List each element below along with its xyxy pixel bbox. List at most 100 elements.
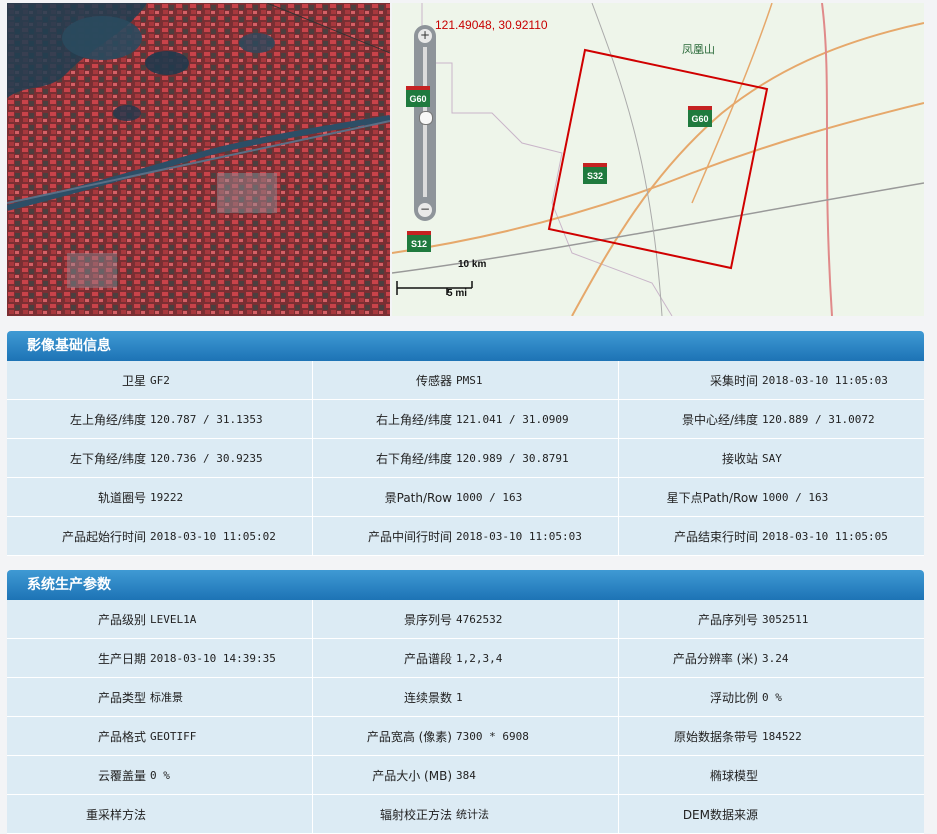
table-row: 左下角经/纬度 120.736 / 30.9235 右下角经/纬度 120.989 /…	[7, 439, 924, 478]
field-value: 120.889 / 31.0072	[762, 412, 875, 426]
scale-km-label: 10 km	[458, 259, 487, 270]
field-label: 云覆盖量	[97, 768, 146, 783]
field-value: 1000 / 163	[762, 490, 829, 504]
basic-info-header: 影像基础信息	[7, 331, 924, 361]
field-value: 184522	[762, 729, 802, 743]
table-row: 重采样方法 辐射校正方法 统计法 DEM数据来源	[7, 795, 924, 834]
road-sign-g60-west: G60	[406, 86, 430, 107]
field-value: 4762532	[456, 612, 503, 626]
field-label: 左上角经/纬度	[69, 412, 146, 427]
field-label: 产品大小 (MB)	[372, 768, 452, 783]
field-label: 产品级别	[97, 612, 146, 627]
field-value: 120.736 / 30.9235	[150, 451, 263, 465]
field-cell: 景序列号 4762532	[313, 600, 619, 638]
field-cell: 云覆盖量 0 %	[7, 756, 313, 794]
field-value: 2018-03-10 11:05:03	[456, 529, 582, 543]
production-header: 系统生产参数	[7, 570, 924, 600]
satellite-thumbnail	[7, 3, 390, 316]
field-cell: 产品宽高 (像素) 7300 * 6908	[313, 717, 619, 755]
field-value: 3.24	[762, 651, 789, 665]
field-value: 19222	[150, 490, 184, 504]
production-table: 产品级别 LEVEL1A 景序列号 4762532 产品序列号 3052511 生产日期 20…	[7, 600, 924, 834]
field-cell: 产品类型 标准景	[7, 678, 313, 716]
field-label: 产品宽高 (像素)	[366, 729, 452, 744]
field-value: 1000 / 163	[456, 490, 523, 504]
field-label: 生产日期	[97, 651, 146, 666]
field-cell: 左下角经/纬度 120.736 / 30.9235	[7, 439, 313, 477]
field-cell: 产品起始行时间 2018-03-10 11:05:02	[7, 517, 313, 555]
basic-info-section: 影像基础信息 卫星 GF2 传感器 PMS1 采集时间 2018-03-10 11:05:…	[7, 331, 924, 556]
field-cell: 原始数据条带号 184522	[619, 717, 924, 755]
field-label: 椭球模型	[709, 768, 758, 783]
field-cell: 左上角经/纬度 120.787 / 31.1353	[7, 400, 313, 438]
field-cell: 采集时间 2018-03-10 11:05:03	[619, 361, 924, 399]
zoom-handle[interactable]	[419, 111, 433, 125]
field-value: 1	[456, 690, 463, 704]
field-cell: 卫星 GF2	[7, 361, 313, 399]
field-label: 采集时间	[709, 373, 758, 388]
table-row: 产品起始行时间 2018-03-10 11:05:02 产品中间行时间 2018-03…	[7, 517, 924, 556]
field-cell: 传感器 PMS1	[313, 361, 619, 399]
field-value: GEOTIFF	[150, 729, 197, 743]
field-cell: 椭球模型	[619, 756, 924, 794]
coordinate-readout: 121.49048, 30.92110	[435, 18, 548, 32]
field-label: 景Path/Row	[384, 490, 452, 505]
field-value: SAY	[762, 451, 782, 465]
field-cell: 辐射校正方法 统计法	[313, 795, 619, 833]
field-label: 产品序列号	[697, 612, 758, 627]
field-value: 0 %	[150, 768, 170, 782]
field-cell: 景中心经/纬度 120.889 / 31.0072	[619, 400, 924, 438]
field-label: 卫星	[121, 373, 146, 388]
field-cell: 右上角经/纬度 121.041 / 31.0909	[313, 400, 619, 438]
field-value: 2018-03-10 14:39:35	[150, 651, 276, 665]
field-label: 左下角经/纬度	[69, 451, 146, 466]
field-label: 产品格式	[97, 729, 146, 744]
field-label: 产品分辨率 (米)	[672, 651, 758, 666]
table-row: 轨道圈号 19222 景Path/Row 1000 / 163 星下点Path/Row 1…	[7, 478, 924, 517]
field-cell: 产品分辨率 (米) 3.24	[619, 639, 924, 677]
table-row: 产品级别 LEVEL1A 景序列号 4762532 产品序列号 3052511	[7, 600, 924, 639]
footprint-map[interactable]: 121.49048, 30.92110 + − G60 G60 S32 S12 …	[392, 3, 924, 316]
table-row: 卫星 GF2 传感器 PMS1 采集时间 2018-03-10 11:05:03	[7, 361, 924, 400]
field-value: 7300 * 6908	[456, 729, 529, 743]
field-label: 产品起始行时间	[61, 529, 146, 544]
field-value: 3052511	[762, 612, 809, 626]
field-cell: 连续景数 1	[313, 678, 619, 716]
field-value: 384	[456, 768, 476, 782]
table-row: 云覆盖量 0 % 产品大小 (MB) 384 椭球模型	[7, 756, 924, 795]
image-preview-area: 121.49048, 30.92110 + − G60 G60 S32 S12 …	[7, 3, 924, 316]
place-label: 凤凰山	[682, 43, 715, 56]
field-value: PMS1	[456, 373, 483, 387]
field-label: 右上角经/纬度	[375, 412, 452, 427]
table-row: 产品类型 标准景 连续景数 1 浮动比例 0 %	[7, 678, 924, 717]
zoom-slider[interactable]: + −	[414, 25, 436, 221]
field-value: 2018-03-10 11:05:05	[762, 529, 888, 543]
field-value: 2018-03-10 11:05:03	[762, 373, 888, 387]
zoom-out-button[interactable]: −	[418, 203, 432, 217]
table-row: 左上角经/纬度 120.787 / 31.1353 右上角经/纬度 121.041 /…	[7, 400, 924, 439]
road-sign-g60: G60	[688, 106, 712, 127]
field-label: 传感器	[415, 373, 452, 388]
field-label: 景中心经/纬度	[681, 412, 758, 427]
field-value: LEVEL1A	[150, 612, 197, 626]
field-value: 0 %	[762, 690, 782, 704]
field-cell: 重采样方法	[7, 795, 313, 833]
scale-mi-label: 5 mi	[447, 288, 468, 299]
field-label: 星下点Path/Row	[666, 490, 758, 505]
field-value: GF2	[150, 373, 170, 387]
field-label: 连续景数	[403, 690, 452, 705]
field-value: 2018-03-10 11:05:02	[150, 529, 276, 543]
field-cell: 产品中间行时间 2018-03-10 11:05:03	[313, 517, 619, 555]
field-value: 120.787 / 31.1353	[150, 412, 263, 426]
road-sign-s12: S12	[407, 231, 431, 252]
field-label: 景序列号	[403, 612, 452, 627]
field-label: 原始数据条带号	[673, 729, 758, 744]
zoom-in-button[interactable]: +	[418, 29, 432, 43]
field-cell: 景Path/Row 1000 / 163	[313, 478, 619, 516]
field-cell: 产品格式 GEOTIFF	[7, 717, 313, 755]
field-label: 产品类型	[97, 690, 146, 705]
field-value: 1,2,3,4	[456, 651, 503, 665]
table-row: 产品格式 GEOTIFF 产品宽高 (像素) 7300 * 6908 原始数据条带号 18…	[7, 717, 924, 756]
field-cell: 产品级别 LEVEL1A	[7, 600, 313, 638]
field-label: 产品中间行时间	[367, 529, 452, 544]
